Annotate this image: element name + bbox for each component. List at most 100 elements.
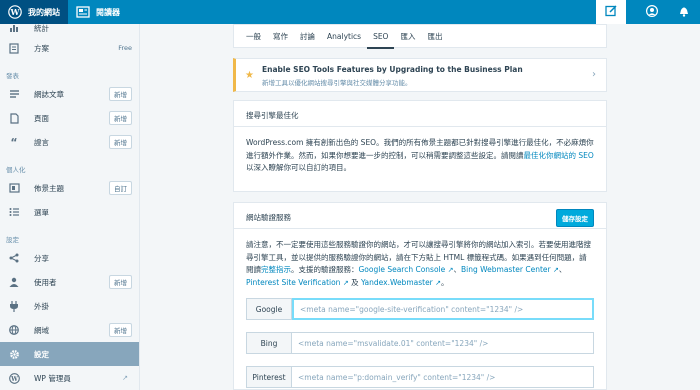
sidebar-heading-publish: 發表 xyxy=(6,72,19,80)
bing-verification-input[interactable]: <meta name="msvalidate.01" content="1234… xyxy=(292,332,594,354)
section-title: 網站驗證服務 xyxy=(246,213,291,222)
pinterest-verification-row: Pinterest <meta name="p:domain_verify" c… xyxy=(246,366,594,388)
sidebar-item-label: 網誌文章 xyxy=(34,89,64,99)
sidebar: 統計 方案 Free 發表 網誌文章 新增 頁面 新增 “ 證言 新增 個人化 … xyxy=(0,24,140,390)
save-settings-button[interactable]: 儲存設定 xyxy=(556,209,594,227)
sidebar-item-settings[interactable]: 設定 xyxy=(0,342,139,366)
sidebar-heading-configure: 設定 xyxy=(6,236,19,244)
user-icon xyxy=(8,276,20,288)
sidebar-heading-personalize: 個人化 xyxy=(6,166,26,174)
avatar-icon xyxy=(645,4,659,19)
plan-icon xyxy=(8,42,20,54)
bing-webmaster-link[interactable]: Bing Webmaster Center xyxy=(461,265,551,274)
sidebar-item-label: 方案 xyxy=(34,43,49,53)
settings-tabs: 一般 寫作 討論 Analytics SEO 匯入 匯出 xyxy=(233,24,607,49)
sidebar-item-label: WP 管理員 xyxy=(34,373,71,383)
add-testimonial-button[interactable]: 新增 xyxy=(109,135,132,149)
quote-icon: “ xyxy=(10,135,18,149)
add-page-button[interactable]: 新增 xyxy=(109,111,132,125)
svg-text:W: W xyxy=(10,376,18,383)
add-post-button[interactable]: 新增 xyxy=(109,87,132,101)
section-title: 搜尋引擎最佳化 xyxy=(246,111,299,120)
google-search-console-link[interactable]: Google Search Console xyxy=(359,265,446,274)
supported-services-label: 。支援的驗證服務： xyxy=(291,265,359,274)
tab-export[interactable]: 匯出 xyxy=(421,24,448,48)
period: 。 xyxy=(441,277,449,287)
sidebar-item-label: 外掛 xyxy=(34,301,49,311)
wordpress-icon: W xyxy=(8,372,20,384)
menus-icon xyxy=(8,206,20,218)
google-label: Google xyxy=(246,298,292,320)
sidebar-item-wp-admin[interactable]: W WP 管理員 ↗ xyxy=(0,366,139,390)
seo-section-header: 搜尋引擎最佳化 xyxy=(233,100,607,127)
optimize-seo-link[interactable]: 最佳化你網站的 SEO xyxy=(524,151,594,160)
my-sites-label: 我的網站 xyxy=(28,7,60,17)
write-post-button[interactable] xyxy=(596,0,626,24)
separator: 、 xyxy=(558,265,567,274)
add-domain-button[interactable]: 新增 xyxy=(109,323,132,337)
bing-label: Bing xyxy=(246,332,292,354)
write-icon xyxy=(605,5,617,19)
sidebar-item-label: 使用者 xyxy=(34,277,57,287)
plug-icon xyxy=(8,300,20,312)
bing-verification-row: Bing <meta name="msvalidate.01" content=… xyxy=(246,332,594,354)
sidebar-item-sharing[interactable]: 分享 xyxy=(0,246,139,270)
page-icon xyxy=(8,112,20,124)
tab-writing[interactable]: 寫作 xyxy=(267,24,294,48)
add-user-button[interactable]: 新增 xyxy=(109,275,132,289)
sidebar-item-pages[interactable]: 頁面 新增 xyxy=(0,106,139,130)
conjunction: 及 xyxy=(348,277,361,287)
sidebar-item-label: 統計 xyxy=(34,24,49,33)
sidebar-item-plan[interactable]: 方案 Free xyxy=(0,36,139,60)
sidebar-item-label: 網域 xyxy=(34,325,49,335)
reader-button[interactable]: 閱讀器 xyxy=(68,0,128,24)
yandex-webmaster-link[interactable]: Yandex.Webmaster xyxy=(361,278,433,287)
google-verification-input[interactable]: <meta name="google-site-verification" co… xyxy=(292,298,594,320)
pinterest-verification-input[interactable]: <meta name="p:domain_verify" content="12… xyxy=(292,366,594,388)
notifications-button[interactable] xyxy=(668,0,700,24)
sidebar-item-themes[interactable]: 佈景主題 自訂 xyxy=(0,176,139,200)
upgrade-banner[interactable]: ★ Enable SEO Tools Features by Upgrading… xyxy=(233,58,607,92)
sidebar-item-people[interactable]: 使用者 新增 xyxy=(0,270,139,294)
pinterest-verification-link[interactable]: Pinterest Site Verification xyxy=(246,278,340,287)
separator: 、 xyxy=(453,265,462,274)
masterbar: W 我的網站 閱讀器 xyxy=(0,0,700,24)
sidebar-item-domains[interactable]: 網域 新增 xyxy=(0,318,139,342)
star-icon: ★ xyxy=(245,70,254,81)
upgrade-banner-subtitle: 新增工具以優化網站搜尋引擎與社交媒體分享功能。 xyxy=(262,79,412,87)
sidebar-item-label: 選單 xyxy=(34,207,49,217)
sidebar-item-testimonials[interactable]: “ 證言 新增 xyxy=(0,130,139,154)
wordpress-logo-icon: W xyxy=(8,5,22,19)
plan-tag: Free xyxy=(118,44,132,52)
share-icon xyxy=(8,252,20,264)
tab-import[interactable]: 匯入 xyxy=(394,24,421,48)
full-instructions-link[interactable]: 完整指示 xyxy=(261,265,291,274)
reader-icon xyxy=(76,5,90,19)
seo-description-end: 以深入瞭解你可以自訂的項目。 xyxy=(246,163,351,172)
upgrade-banner-title: Enable SEO Tools Features by Upgrading t… xyxy=(262,65,523,74)
sidebar-item-posts[interactable]: 網誌文章 新增 xyxy=(0,82,139,106)
themes-icon xyxy=(8,182,20,194)
google-verification-row: Google <meta name="google-site-verificat… xyxy=(246,298,594,320)
sidebar-item-label: 證言 xyxy=(34,137,49,147)
sidebar-item-label: 頁面 xyxy=(34,113,49,123)
tab-seo[interactable]: SEO xyxy=(367,24,395,49)
chevron-right-icon: › xyxy=(592,69,596,80)
customize-button[interactable]: 自訂 xyxy=(109,181,132,195)
sidebar-item-plugins[interactable]: 外掛 xyxy=(0,294,139,318)
sidebar-item-label: 佈景主題 xyxy=(34,183,64,193)
reader-label: 閱讀器 xyxy=(96,7,120,17)
gear-icon xyxy=(8,348,20,360)
external-link-icon: ↗ xyxy=(122,374,128,382)
profile-button[interactable] xyxy=(636,0,668,24)
my-sites-button[interactable]: W 我的網站 xyxy=(0,0,68,24)
pinterest-label: Pinterest xyxy=(246,366,292,388)
posts-icon xyxy=(8,88,20,100)
tab-analytics[interactable]: Analytics xyxy=(321,24,367,48)
seo-section-body: WordPress.com 擁有創新出色的 SEO。我們的所有佈景主題都已針對搜… xyxy=(233,127,607,192)
globe-icon xyxy=(8,324,20,336)
tab-general[interactable]: 一般 xyxy=(240,24,267,48)
sidebar-item-label: 設定 xyxy=(34,349,49,359)
tab-discussion[interactable]: 討論 xyxy=(294,24,321,48)
sidebar-item-menus[interactable]: 選單 xyxy=(0,200,139,224)
